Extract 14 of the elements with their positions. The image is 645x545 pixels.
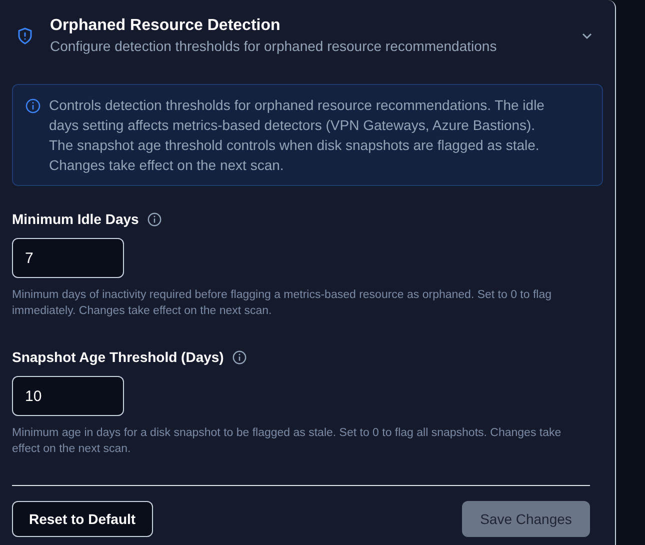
- info-icon[interactable]: [232, 350, 247, 364]
- reset-button[interactable]: Reset to Default: [12, 501, 153, 537]
- info-icon: [25, 98, 41, 114]
- info-icon[interactable]: [146, 212, 162, 226]
- section-subtitle: Configure detection thresholds for orphaned resource recommendations: [50, 37, 498, 56]
- help-text: Minimum days of inactivity required before flagging a metrics-based resource as orphaned. Set to 0 to flag immediately. Changes take effect on the next scan.: [12, 288, 553, 319]
- info-text: Controls detection thresholds for orphaned resource recommendations. The idle days setting affects metrics-based detectors (VPN Gateways, Azure Bastions). The snapshot age threshold controls when disk snapshots are flagged as stale. Changes take effect on the next scan.: [49, 96, 546, 175]
- field-label: Minimum Idle Days: [12, 210, 139, 229]
- shield-icon: [16, 27, 34, 45]
- help-text: Minimum age in days for a disk snapshot to be flagged as stale. Set to 0 to flag all snapshots. Changes take effect on the next scan.: [12, 426, 562, 457]
- section-title: Orphaned Resource Detection: [50, 16, 282, 36]
- field-label: Snapshot Age Threshold (Days): [12, 348, 224, 367]
- number-field[interactable]: 7: [12, 238, 124, 278]
- number-field[interactable]: 10: [12, 376, 124, 416]
